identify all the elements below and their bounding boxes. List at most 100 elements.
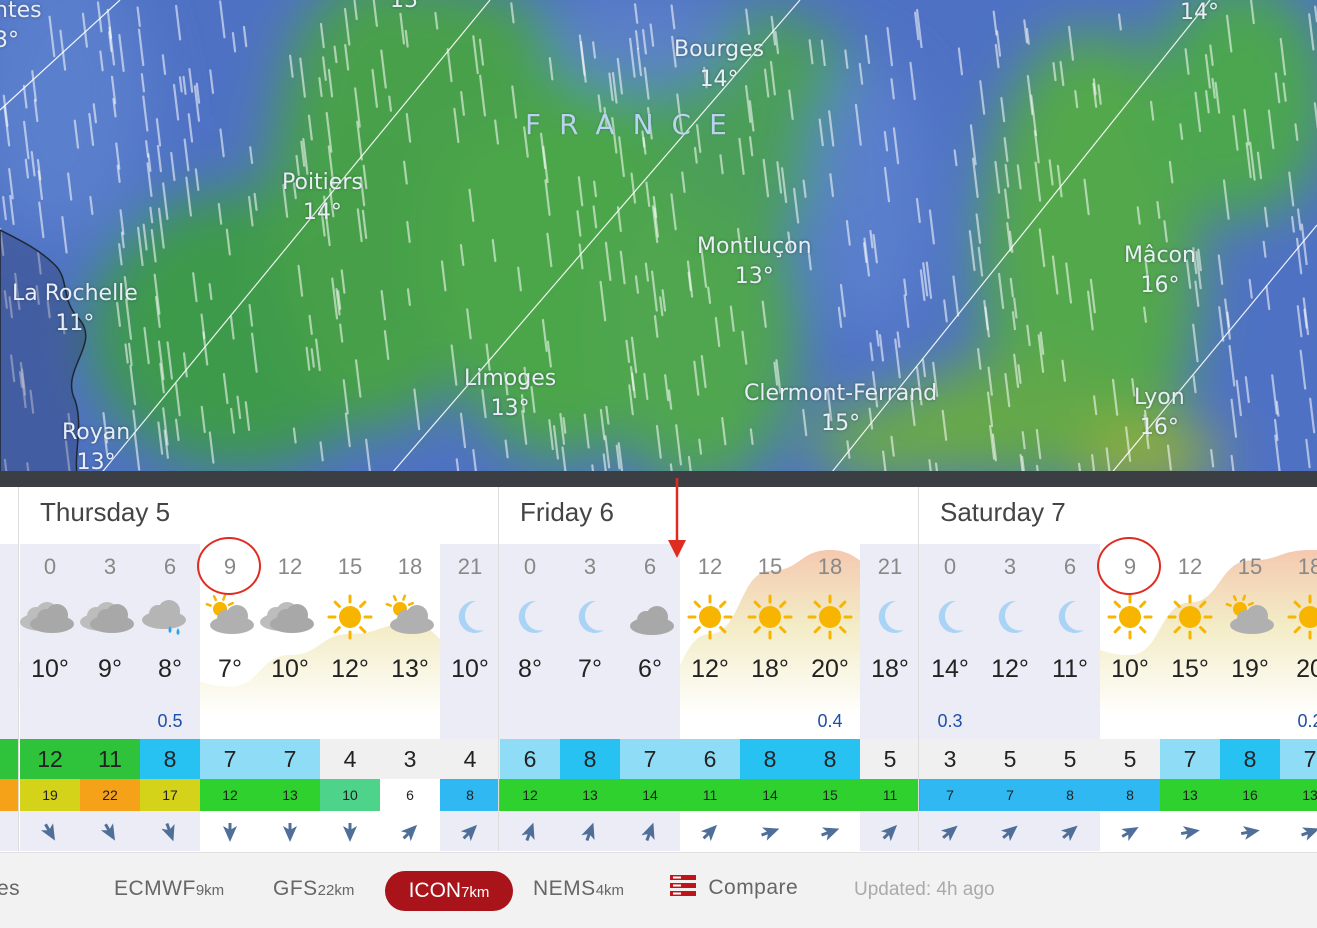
wind-speed-cell: 7 [1160, 739, 1220, 779]
day-header-friday[interactable]: Friday 6 [520, 497, 614, 528]
city-label[interactable]: La Rochelle 11° [12, 279, 138, 338]
highlight-circle [197, 537, 261, 595]
city-label[interactable]: ntes 3° [0, 0, 42, 55]
forecast-hour[interactable]: 0 [920, 554, 980, 580]
forecast-hour[interactable]: 18 [1280, 554, 1317, 580]
wind-gust-cell: 13 [560, 779, 620, 811]
city-label[interactable]: Royan 13° [62, 418, 130, 477]
cloudy-icon [20, 592, 80, 642]
forecast-hour[interactable]: 3 [80, 554, 140, 580]
wind-direction-icon [380, 817, 440, 847]
updated-status: Updated: 4h ago [854, 879, 995, 900]
forecast-hour[interactable]: 21 [860, 554, 920, 580]
forecast-hour[interactable]: 12 [260, 554, 320, 580]
arrow-down-icon [668, 478, 686, 558]
temperature-value: 20° [811, 655, 849, 683]
wind-speed-cell: 6 [680, 739, 740, 779]
city-label[interactable]: Mâcon 16° [1124, 241, 1196, 300]
wind-gust-cell: 17 [140, 779, 200, 811]
sun-icon [740, 592, 800, 642]
partly-cloudy-icon [1220, 592, 1280, 642]
city-label[interactable]: Poitiers 14° [282, 168, 363, 227]
moon-cloud-icon [620, 592, 680, 642]
wind-gust-cell [0, 779, 18, 811]
wind-gust-cell: 8 [440, 779, 500, 811]
city-label[interactable]: Bourges 14° [674, 35, 764, 94]
wind-speed-cell: 11 [80, 739, 140, 779]
map-background [0, 0, 1317, 487]
city-label[interactable]: Limoges 13° [464, 364, 556, 423]
precipitation-value: 0.3 [937, 711, 963, 731]
day-header-thursday[interactable]: Thursday 5 [40, 497, 170, 528]
precipitation-value: 0.5 [157, 711, 183, 731]
wind-gust-cell: 8 [1100, 779, 1160, 811]
wind-gust-cell: 13 [260, 779, 320, 811]
wind-gust-cell: 15 [800, 779, 860, 811]
partly-cloudy-icon [200, 592, 260, 642]
wind-direction-icon [440, 817, 500, 847]
forecast-hour[interactable]: 15 [1220, 554, 1280, 580]
wind-direction-icon [1280, 817, 1317, 847]
country-label: FRANCE [525, 108, 745, 141]
wind-direction-icon [140, 817, 200, 847]
partly-cloudy-icon [380, 592, 440, 642]
city-label[interactable]: 14° [1180, 0, 1219, 28]
compare-button[interactable]: Compare [670, 875, 798, 905]
model-tab-nems[interactable]: NEMS4km [533, 877, 624, 901]
city-label[interactable]: Lyon 16° [1134, 383, 1185, 442]
model-tab-gfs[interactable]: GFS22km [273, 877, 354, 901]
forecast-hour[interactable]: 3 [560, 554, 620, 580]
wind-gust-cell: 12 [500, 779, 560, 811]
temperature-value: 8° [518, 655, 542, 683]
wind-direction-icon [620, 817, 680, 847]
forecast-hour[interactable]: 6 [1040, 554, 1100, 580]
wind-direction-icon [560, 817, 620, 847]
sun-icon [1160, 592, 1220, 642]
temperature-value: 10° [451, 655, 489, 683]
forecast-hour[interactable]: 12 [680, 554, 740, 580]
model-tab-icon[interactable]: ICON7km [385, 871, 513, 911]
forecast-hour[interactable]: 0 [20, 554, 80, 580]
wind-gust-cell: 11 [860, 779, 920, 811]
temperature-value: 10° [31, 655, 69, 683]
wind-direction-icon [740, 817, 800, 847]
temperature-value: 7° [218, 655, 242, 683]
wind-gust-cell: 7 [920, 779, 980, 811]
wind-direction-icon [320, 817, 380, 847]
day-separator [18, 487, 19, 851]
moon-icon [560, 592, 620, 642]
city-label[interactable]: 13 [390, 0, 418, 16]
wind-speed-cell: 8 [140, 739, 200, 779]
day-header-saturday[interactable]: Saturday 7 [940, 497, 1066, 528]
wind-speed-cell: 8 [740, 739, 800, 779]
cloudy-icon [80, 592, 140, 642]
model-tab-partial[interactable]: es [0, 877, 20, 901]
wind-speed-cell: 3 [920, 739, 980, 779]
wind-speed-cell: 8 [800, 739, 860, 779]
city-label[interactable]: Montluçon 13° [697, 232, 812, 291]
temperature-value: 7° [578, 655, 602, 683]
forecast-hour[interactable]: 15 [320, 554, 380, 580]
sun-icon [1100, 592, 1160, 642]
wind-gust-cell: 13 [1280, 779, 1317, 811]
wind-speed-cell: 5 [860, 739, 920, 779]
panel-divider[interactable] [0, 471, 1317, 487]
forecast-hour[interactable]: 15 [740, 554, 800, 580]
precipitation-value: 0.4 [817, 711, 843, 731]
forecast-hour[interactable]: 21 [440, 554, 500, 580]
forecast-hour[interactable]: 18 [380, 554, 440, 580]
city-label[interactable]: Clermont-Ferrand 15° [744, 379, 937, 438]
moon-icon [500, 592, 560, 642]
forecast-hour[interactable]: 18 [800, 554, 860, 580]
wind-speed-cell: 8 [1220, 739, 1280, 779]
wind-speed-cell: 7 [1280, 739, 1317, 779]
model-tab-ecmwf[interactable]: ECMWF9km [114, 877, 224, 901]
forecast-hour[interactable]: 12 [1160, 554, 1220, 580]
forecast-hour[interactable]: 6 [140, 554, 200, 580]
forecast-hour[interactable]: 3 [980, 554, 1040, 580]
forecast-hour[interactable]: 0 [500, 554, 560, 580]
weather-map[interactable]: FRANCE Poitiers 14° Bourges 14° Montluçon 1… [0, 0, 1317, 487]
wind-speed-cell: 4 [440, 739, 500, 779]
highlight-circle [1097, 537, 1161, 595]
forecast-panel[interactable]: 0 10° 12 19 3 9° 11 22 6 8° 0.5 8 17 9 7° 7 12 12 10° 7 13 15… [0, 487, 1317, 852]
